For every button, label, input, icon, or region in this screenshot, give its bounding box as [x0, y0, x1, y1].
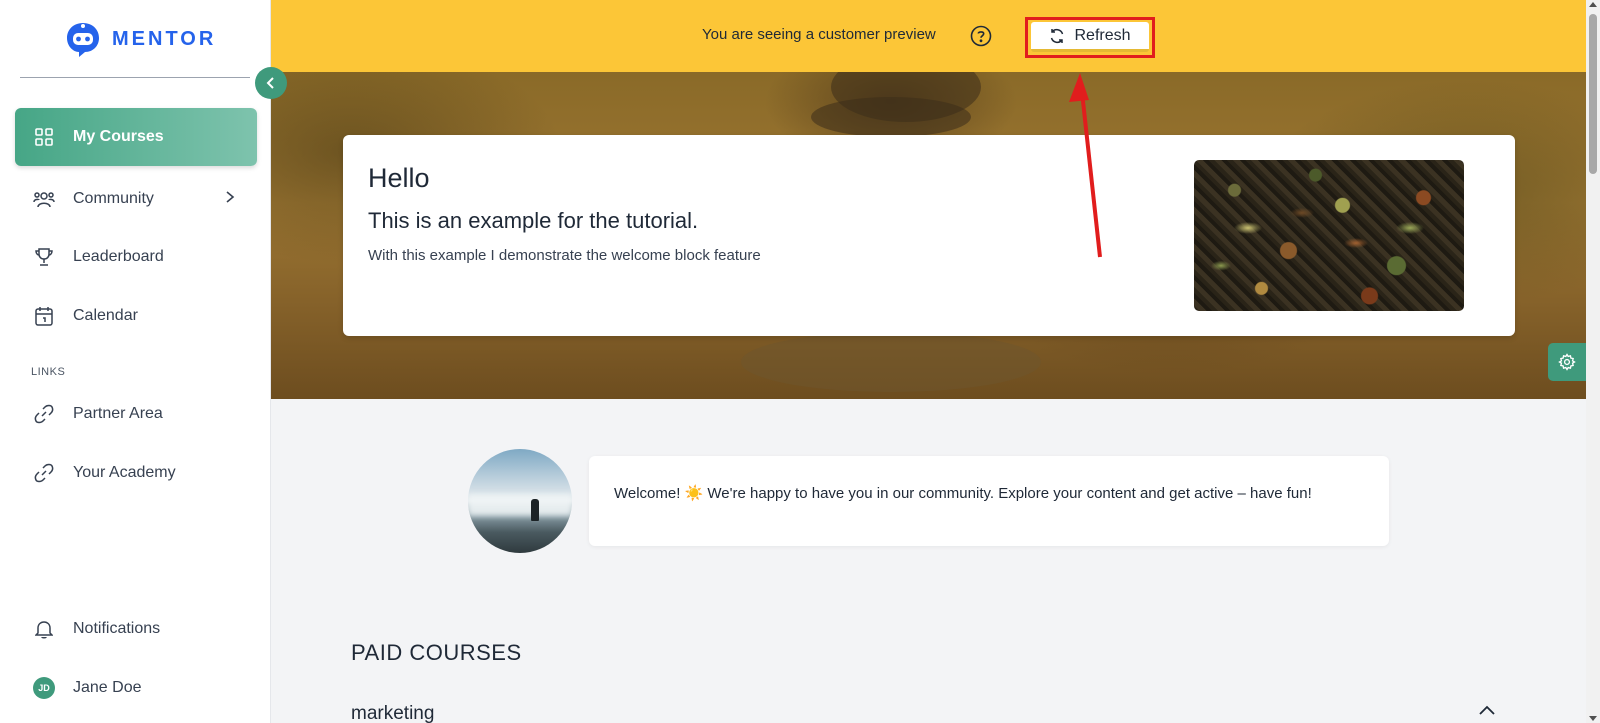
refresh-label: Refresh	[1074, 26, 1131, 44]
refresh-icon	[1051, 28, 1064, 43]
logo-divider	[20, 77, 250, 78]
sidebar-link-label: Your Academy	[73, 464, 176, 481]
sidebar-item-label: Community	[73, 190, 154, 207]
grid-icon	[33, 126, 55, 148]
brand-name: MENTOR	[112, 27, 217, 50]
users-icon	[33, 188, 55, 210]
annotation-arrow	[1069, 73, 1102, 258]
scroll-up-icon[interactable]	[1589, 2, 1597, 7]
calendar-icon	[33, 305, 55, 327]
welcome-subtitle: This is an example for the tutorial.	[368, 208, 699, 233]
welcome-message-card: Welcome! ☀️ We're happy to have you in o…	[589, 456, 1389, 546]
sidebar-item-label: Calendar	[73, 307, 138, 324]
welcome-message-text: Welcome! ☀️ We're happy to have you in o…	[614, 485, 1312, 502]
scroll-down-icon[interactable]	[1589, 716, 1597, 721]
community-profile-image	[468, 449, 572, 553]
page-scrollbar[interactable]	[1586, 0, 1600, 723]
welcome-title: Hello	[368, 163, 430, 193]
collapse-sidebar-button[interactable]	[255, 67, 287, 99]
scroll-thumb[interactable]	[1589, 14, 1597, 174]
paid-courses-heading: PAID COURSES	[351, 640, 522, 665]
sidebar-item-label: Notifications	[73, 620, 161, 637]
links-section-label: LINKS	[31, 366, 66, 378]
sidebar-link-your-academy[interactable]: Your Academy	[15, 444, 257, 502]
sidebar-item-profile[interactable]: JD Jane Doe	[15, 659, 257, 717]
preview-message: You are seeing a customer preview	[702, 26, 936, 43]
sidebar-link-label: Partner Area	[73, 405, 163, 422]
customer-preview-bar: You are seeing a customer preview Refres…	[271, 0, 1586, 72]
sidebar-item-label: Leaderboard	[73, 248, 164, 265]
hero-rock	[741, 332, 1041, 392]
welcome-description: With this example I demonstrate the welc…	[368, 247, 761, 264]
chevron-left-icon	[266, 77, 274, 89]
refresh-button[interactable]: Refresh	[1031, 22, 1149, 52]
sidebar-item-label: My Courses	[73, 128, 164, 145]
sidebar-link-partner-area[interactable]: Partner Area	[15, 385, 257, 443]
bell-icon	[33, 618, 55, 640]
course-category-title[interactable]: marketing	[351, 703, 434, 723]
sidebar-item-notifications[interactable]: Notifications	[15, 600, 257, 658]
robot-logo-icon	[67, 23, 99, 57]
avatar: JD	[33, 677, 55, 699]
hero-rock	[811, 97, 971, 137]
chevron-up-icon[interactable]	[1478, 704, 1496, 718]
trophy-icon	[33, 246, 55, 268]
gear-icon	[1558, 353, 1576, 371]
logo[interactable]: MENTOR	[64, 20, 216, 58]
sidebar: MENTOR My Courses Community Leaderboard …	[0, 0, 271, 723]
sidebar-item-leaderboard[interactable]: Leaderboard	[15, 228, 257, 286]
link-icon	[33, 403, 55, 425]
sidebar-item-my-courses[interactable]: My Courses	[15, 108, 257, 166]
sidebar-item-calendar[interactable]: Calendar	[15, 287, 257, 345]
link-icon	[33, 462, 55, 484]
settings-button[interactable]	[1548, 343, 1586, 381]
welcome-block: Hello This is an example for the tutoria…	[343, 135, 1515, 336]
avatar-wrapper: JD	[33, 677, 55, 699]
help-icon[interactable]	[970, 25, 992, 47]
chevron-right-icon	[226, 191, 235, 203]
welcome-image	[1194, 160, 1464, 311]
user-name: Jane Doe	[73, 679, 142, 696]
sidebar-item-community[interactable]: Community	[15, 170, 257, 228]
